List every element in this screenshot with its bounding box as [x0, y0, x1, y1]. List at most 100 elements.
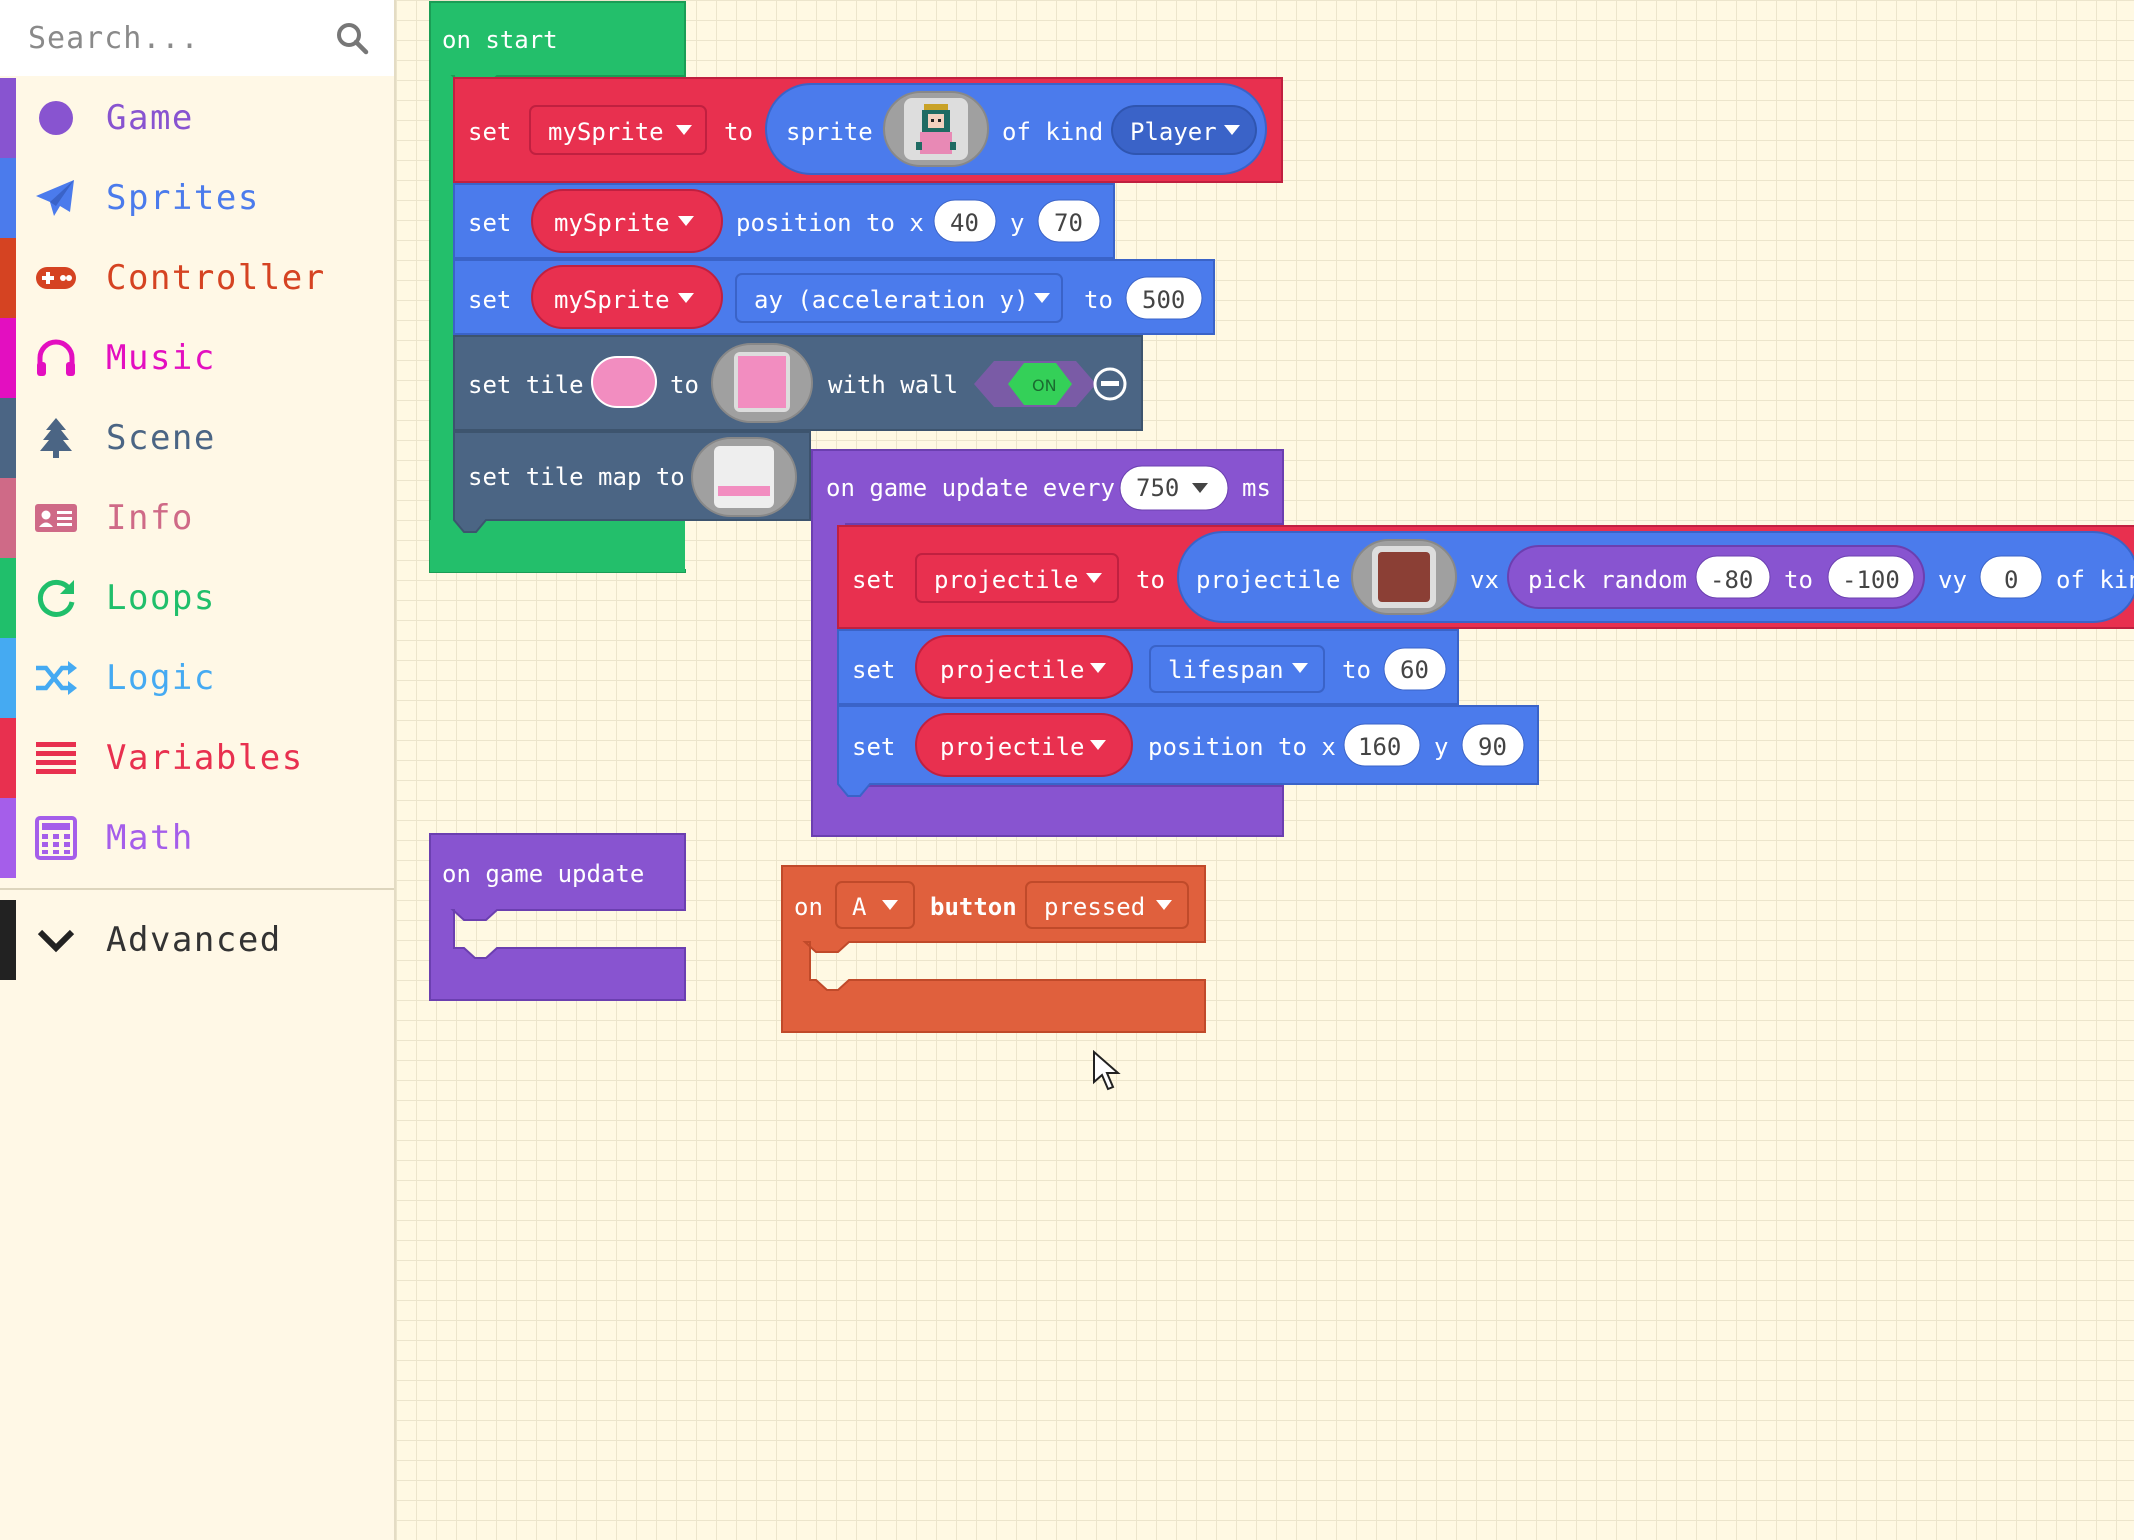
refresh-icon — [37, 579, 75, 617]
variable-name: projectile — [934, 566, 1079, 594]
set-tilemap-label: set tile map to — [468, 463, 685, 491]
of-kind-label: of kin — [2056, 566, 2134, 594]
set-acceleration-block[interactable]: set mySprite ay (acceleration y) to 500 — [453, 259, 1215, 335]
set-sprite-block[interactable]: set mySprite to sprite of kind Player — [453, 77, 1283, 183]
position-label: position to x — [736, 209, 924, 237]
category-stripe — [0, 638, 16, 718]
button-label: button — [930, 893, 1017, 921]
toolbox-divider — [0, 888, 394, 890]
set-position-block[interactable]: set mySprite position to x 40 y 70 — [453, 183, 1115, 259]
category-scene[interactable]: Scene — [0, 398, 394, 478]
category-game[interactable]: Game — [0, 78, 394, 158]
category-stripe — [0, 318, 16, 398]
variable-name: mySprite — [554, 209, 670, 237]
vy-label: vy — [1938, 566, 1967, 594]
value-text: 60 — [1400, 656, 1429, 684]
blocks-workspace[interactable]: on start set mySprite to sprite of kind … — [396, 0, 2134, 1540]
pick-random-label: pick random — [1528, 566, 1687, 594]
game-update-label: on game update — [442, 860, 644, 888]
property-value: lifespan — [1168, 656, 1284, 684]
variable-name: projectile — [940, 733, 1085, 761]
category-stripe — [0, 238, 16, 318]
event-value: pressed — [1044, 893, 1145, 921]
id-card-icon — [35, 504, 77, 532]
category-loops[interactable]: Loops — [0, 558, 394, 638]
to-label: to — [1784, 566, 1813, 594]
y-label: y — [1010, 209, 1024, 237]
category-music[interactable]: Music — [0, 318, 394, 398]
category-stripe — [0, 478, 16, 558]
to-label: to — [1084, 286, 1113, 314]
category-advanced[interactable]: Advanced — [0, 900, 394, 980]
x-value: 160 — [1358, 733, 1401, 761]
set-label: set — [468, 118, 511, 146]
category-logic[interactable]: Logic — [0, 638, 394, 718]
unit-label: ms — [1242, 474, 1271, 502]
set-label: set — [852, 566, 895, 594]
set-label: set — [468, 286, 511, 314]
on-start-label: on start — [442, 26, 558, 54]
category-stripe — [0, 558, 16, 638]
set-projectile-position-block[interactable]: set projectile position to x 160 y 90 — [837, 705, 1539, 797]
category-controller[interactable]: Controller — [0, 238, 394, 318]
category-label: Math — [106, 818, 194, 858]
to-label: to — [724, 118, 753, 146]
set-tile-label: set tile — [468, 371, 584, 399]
game-update-block[interactable]: on game update — [429, 833, 686, 1001]
vx-label: vx — [1470, 566, 1499, 594]
category-stripe — [0, 398, 16, 478]
variable-name: mySprite — [548, 118, 664, 146]
kind-value: Player — [1130, 118, 1217, 146]
position-label: position to x — [1148, 733, 1336, 761]
x-value: 40 — [950, 209, 979, 237]
toolbox: Game Sprites Controller Music Scene Info… — [0, 0, 396, 1540]
category-label: Loops — [106, 578, 216, 618]
search-bar — [0, 0, 394, 76]
game-update-every-label: on game update every — [826, 474, 1115, 502]
set-label: set — [852, 656, 895, 684]
set-projectile-block[interactable]: set projectile to projectile vx pick ran… — [837, 525, 2134, 629]
blocks-canvas: on start set mySprite to sprite of kind … — [429, 1, 2134, 1033]
category-sprites[interactable]: Sprites — [0, 158, 394, 238]
vy-value: 0 — [2004, 566, 2018, 594]
to-label: to — [1342, 656, 1371, 684]
category-stripe — [0, 78, 16, 158]
shuffle-icon — [36, 661, 77, 695]
category-variables[interactable]: Variables — [0, 718, 394, 798]
category-label: Info — [106, 498, 194, 538]
category-stripe — [0, 798, 16, 878]
category-label: Advanced — [106, 920, 282, 960]
search-icon[interactable] — [334, 20, 370, 56]
category-math[interactable]: Math — [0, 798, 394, 878]
category-info[interactable]: Info — [0, 478, 394, 558]
min-value: -80 — [1710, 566, 1753, 594]
button-dropdown[interactable] — [835, 881, 915, 929]
category-label: Logic — [106, 658, 216, 698]
gamepad-icon — [36, 267, 76, 289]
circle-icon — [39, 101, 73, 135]
category-stripe — [0, 158, 16, 238]
variable-name: projectile — [940, 656, 1085, 684]
category-label: Music — [106, 338, 216, 378]
set-tile-block[interactable]: set tile to with wall ON — [453, 335, 1143, 431]
button-name: A — [852, 893, 867, 921]
to-label: to — [1136, 566, 1165, 594]
max-value: -100 — [1842, 566, 1900, 594]
search-input[interactable] — [26, 14, 320, 62]
category-label: Variables — [106, 738, 304, 778]
set-lifespan-block[interactable]: set projectile lifespan to 60 — [837, 629, 1459, 705]
tile-color-swatch[interactable] — [591, 356, 657, 408]
button-pressed-block[interactable]: on A button pressed — [781, 865, 1206, 1033]
category-stripe — [0, 718, 16, 798]
mouse-cursor-icon — [1093, 1050, 1121, 1091]
category-stripe — [0, 900, 16, 980]
tree-icon — [40, 418, 72, 458]
sprite-label: sprite — [786, 118, 873, 146]
calculator-icon — [35, 816, 77, 860]
interval-value: 750 — [1136, 474, 1179, 502]
variable-name: mySprite — [554, 286, 670, 314]
paper-plane-icon — [36, 180, 74, 216]
toggle-on-label: ON — [1032, 376, 1057, 395]
set-tilemap-block[interactable]: set tile map to — [453, 431, 811, 533]
category-label: Game — [106, 98, 194, 138]
